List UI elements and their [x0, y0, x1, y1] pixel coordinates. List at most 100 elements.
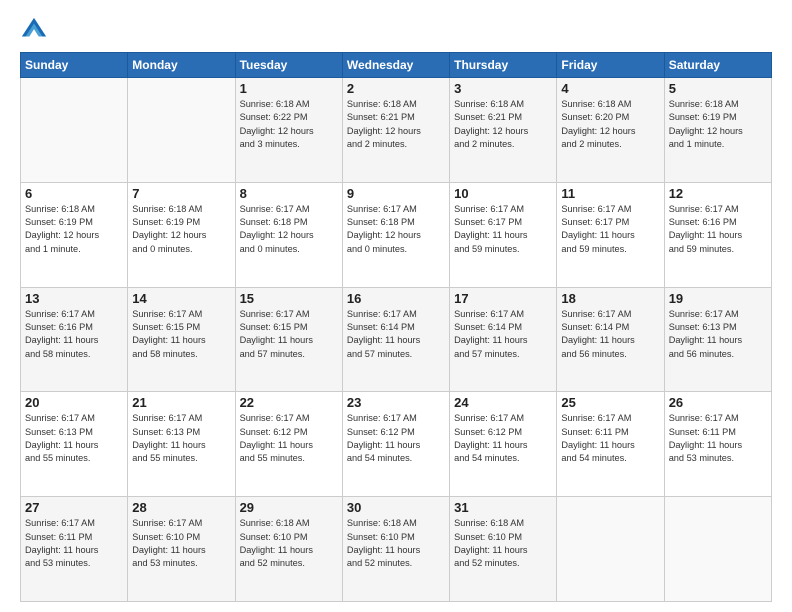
day-number: 11 — [561, 186, 659, 201]
calendar-cell: 23 Sunrise: 6:17 AM Sunset: 6:12 PM Dayli… — [342, 392, 449, 497]
calendar-cell — [128, 78, 235, 183]
day-info: Sunrise: 6:18 AM Sunset: 6:10 PM Dayligh… — [347, 517, 445, 570]
day-number: 5 — [669, 81, 767, 96]
calendar-table: SundayMondayTuesdayWednesdayThursdayFrid… — [20, 52, 772, 602]
day-number: 8 — [240, 186, 338, 201]
day-info: Sunrise: 6:18 AM Sunset: 6:10 PM Dayligh… — [454, 517, 552, 570]
day-info: Sunrise: 6:17 AM Sunset: 6:15 PM Dayligh… — [240, 308, 338, 361]
day-header-thursday: Thursday — [450, 53, 557, 78]
day-number: 28 — [132, 500, 230, 515]
day-info: Sunrise: 6:17 AM Sunset: 6:11 PM Dayligh… — [561, 412, 659, 465]
calendar-cell: 8 Sunrise: 6:17 AM Sunset: 6:18 PM Daylig… — [235, 182, 342, 287]
day-info: Sunrise: 6:17 AM Sunset: 6:13 PM Dayligh… — [669, 308, 767, 361]
day-number: 29 — [240, 500, 338, 515]
calendar-week-2: 6 Sunrise: 6:18 AM Sunset: 6:19 PM Daylig… — [21, 182, 772, 287]
day-info: Sunrise: 6:17 AM Sunset: 6:14 PM Dayligh… — [347, 308, 445, 361]
calendar-week-1: 1 Sunrise: 6:18 AM Sunset: 6:22 PM Daylig… — [21, 78, 772, 183]
calendar-cell: 20 Sunrise: 6:17 AM Sunset: 6:13 PM Dayli… — [21, 392, 128, 497]
calendar-cell: 2 Sunrise: 6:18 AM Sunset: 6:21 PM Daylig… — [342, 78, 449, 183]
day-number: 10 — [454, 186, 552, 201]
calendar-cell: 9 Sunrise: 6:17 AM Sunset: 6:18 PM Daylig… — [342, 182, 449, 287]
day-info: Sunrise: 6:17 AM Sunset: 6:15 PM Dayligh… — [132, 308, 230, 361]
calendar-cell — [21, 78, 128, 183]
day-number: 27 — [25, 500, 123, 515]
calendar-cell: 13 Sunrise: 6:17 AM Sunset: 6:16 PM Dayli… — [21, 287, 128, 392]
calendar-cell: 28 Sunrise: 6:17 AM Sunset: 6:10 PM Dayli… — [128, 497, 235, 602]
day-info: Sunrise: 6:18 AM Sunset: 6:22 PM Dayligh… — [240, 98, 338, 151]
header — [20, 16, 772, 44]
day-info: Sunrise: 6:17 AM Sunset: 6:13 PM Dayligh… — [25, 412, 123, 465]
day-info: Sunrise: 6:17 AM Sunset: 6:11 PM Dayligh… — [669, 412, 767, 465]
day-info: Sunrise: 6:17 AM Sunset: 6:17 PM Dayligh… — [561, 203, 659, 256]
calendar-cell: 27 Sunrise: 6:17 AM Sunset: 6:11 PM Dayli… — [21, 497, 128, 602]
calendar-cell: 11 Sunrise: 6:17 AM Sunset: 6:17 PM Dayli… — [557, 182, 664, 287]
day-number: 4 — [561, 81, 659, 96]
day-number: 30 — [347, 500, 445, 515]
day-number: 6 — [25, 186, 123, 201]
day-number: 25 — [561, 395, 659, 410]
calendar-header-row: SundayMondayTuesdayWednesdayThursdayFrid… — [21, 53, 772, 78]
day-number: 18 — [561, 291, 659, 306]
day-info: Sunrise: 6:17 AM Sunset: 6:12 PM Dayligh… — [454, 412, 552, 465]
day-number: 14 — [132, 291, 230, 306]
day-info: Sunrise: 6:17 AM Sunset: 6:14 PM Dayligh… — [454, 308, 552, 361]
day-info: Sunrise: 6:18 AM Sunset: 6:19 PM Dayligh… — [25, 203, 123, 256]
calendar-cell: 25 Sunrise: 6:17 AM Sunset: 6:11 PM Dayli… — [557, 392, 664, 497]
calendar-cell: 6 Sunrise: 6:18 AM Sunset: 6:19 PM Daylig… — [21, 182, 128, 287]
day-info: Sunrise: 6:17 AM Sunset: 6:10 PM Dayligh… — [132, 517, 230, 570]
day-number: 2 — [347, 81, 445, 96]
day-header-monday: Monday — [128, 53, 235, 78]
calendar-cell: 15 Sunrise: 6:17 AM Sunset: 6:15 PM Dayli… — [235, 287, 342, 392]
calendar-cell: 29Sunrise: 6:18 AM Sunset: 6:10 PM Dayli… — [235, 497, 342, 602]
calendar-week-3: 13 Sunrise: 6:17 AM Sunset: 6:16 PM Dayli… — [21, 287, 772, 392]
day-number: 1 — [240, 81, 338, 96]
calendar-cell: 10 Sunrise: 6:17 AM Sunset: 6:17 PM Dayli… — [450, 182, 557, 287]
day-info: Sunrise: 6:17 AM Sunset: 6:17 PM Dayligh… — [454, 203, 552, 256]
day-number: 13 — [25, 291, 123, 306]
calendar-cell: 22Sunrise: 6:17 AM Sunset: 6:12 PM Dayli… — [235, 392, 342, 497]
day-info: Sunrise: 6:17 AM Sunset: 6:16 PM Dayligh… — [669, 203, 767, 256]
day-header-sunday: Sunday — [21, 53, 128, 78]
logo — [20, 16, 52, 44]
calendar-cell — [664, 497, 771, 602]
day-number: 24 — [454, 395, 552, 410]
calendar-cell: 14 Sunrise: 6:17 AM Sunset: 6:15 PM Dayli… — [128, 287, 235, 392]
day-number: 19 — [669, 291, 767, 306]
day-number: 3 — [454, 81, 552, 96]
calendar-cell: 4Sunrise: 6:18 AM Sunset: 6:20 PM Daylig… — [557, 78, 664, 183]
day-number: 23 — [347, 395, 445, 410]
day-number: 20 — [25, 395, 123, 410]
day-header-saturday: Saturday — [664, 53, 771, 78]
day-info: Sunrise: 6:17 AM Sunset: 6:18 PM Dayligh… — [347, 203, 445, 256]
day-info: Sunrise: 6:17 AM Sunset: 6:12 PM Dayligh… — [347, 412, 445, 465]
day-info: Sunrise: 6:17 AM Sunset: 6:11 PM Dayligh… — [25, 517, 123, 570]
calendar-cell: 3 Sunrise: 6:18 AM Sunset: 6:21 PM Daylig… — [450, 78, 557, 183]
day-info: Sunrise: 6:18 AM Sunset: 6:19 PM Dayligh… — [669, 98, 767, 151]
day-info: Sunrise: 6:18 AM Sunset: 6:21 PM Dayligh… — [347, 98, 445, 151]
calendar-week-5: 27 Sunrise: 6:17 AM Sunset: 6:11 PM Dayli… — [21, 497, 772, 602]
calendar-week-4: 20 Sunrise: 6:17 AM Sunset: 6:13 PM Dayli… — [21, 392, 772, 497]
day-number: 15 — [240, 291, 338, 306]
calendar-cell: 31 Sunrise: 6:18 AM Sunset: 6:10 PM Dayli… — [450, 497, 557, 602]
day-info: Sunrise: 6:17 AM Sunset: 6:13 PM Dayligh… — [132, 412, 230, 465]
calendar-cell: 12Sunrise: 6:17 AM Sunset: 6:16 PM Dayli… — [664, 182, 771, 287]
calendar-cell: 1 Sunrise: 6:18 AM Sunset: 6:22 PM Daylig… — [235, 78, 342, 183]
day-info: Sunrise: 6:18 AM Sunset: 6:21 PM Dayligh… — [454, 98, 552, 151]
day-number: 9 — [347, 186, 445, 201]
day-info: Sunrise: 6:17 AM Sunset: 6:18 PM Dayligh… — [240, 203, 338, 256]
day-info: Sunrise: 6:17 AM Sunset: 6:14 PM Dayligh… — [561, 308, 659, 361]
calendar-cell — [557, 497, 664, 602]
day-header-wednesday: Wednesday — [342, 53, 449, 78]
logo-icon — [20, 16, 48, 44]
calendar-cell: 21Sunrise: 6:17 AM Sunset: 6:13 PM Dayli… — [128, 392, 235, 497]
day-number: 26 — [669, 395, 767, 410]
calendar-cell: 7Sunrise: 6:18 AM Sunset: 6:19 PM Daylig… — [128, 182, 235, 287]
day-number: 17 — [454, 291, 552, 306]
day-info: Sunrise: 6:17 AM Sunset: 6:16 PM Dayligh… — [25, 308, 123, 361]
calendar-cell: 24 Sunrise: 6:17 AM Sunset: 6:12 PM Dayli… — [450, 392, 557, 497]
day-info: Sunrise: 6:18 AM Sunset: 6:19 PM Dayligh… — [132, 203, 230, 256]
day-number: 31 — [454, 500, 552, 515]
day-number: 16 — [347, 291, 445, 306]
day-header-tuesday: Tuesday — [235, 53, 342, 78]
calendar-cell: 30 Sunrise: 6:18 AM Sunset: 6:10 PM Dayli… — [342, 497, 449, 602]
